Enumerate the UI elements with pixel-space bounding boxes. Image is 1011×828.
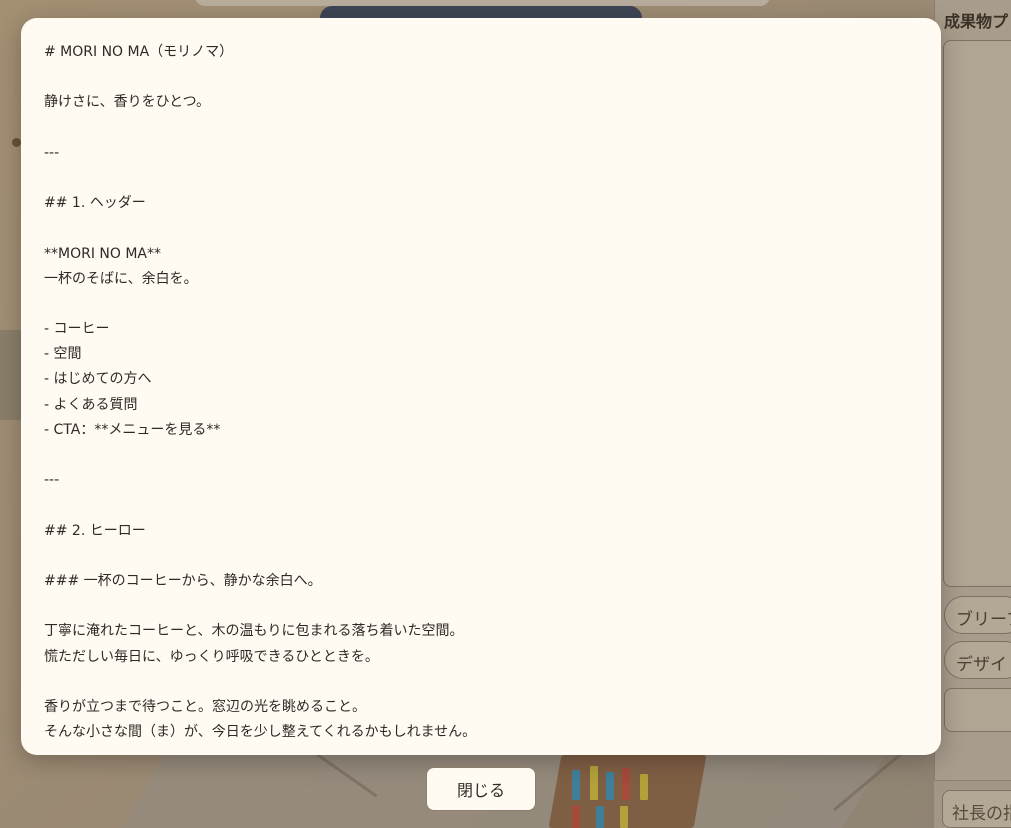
- markdown-line: 香りが立つまで待つこと。窓辺の光を眺めること。: [44, 698, 366, 715]
- markdown-line: - 空間: [44, 346, 82, 363]
- deliverables-preview-box: [943, 40, 1011, 587]
- document-preview-modal: # MORI NO MA（モリノマ） 静けさに、香りをひとつ。 --- ## 1. ヘ…: [21, 18, 941, 755]
- markdown-line: [44, 166, 918, 191]
- brief-button[interactable]: ブリーフ: [944, 596, 1011, 634]
- deliverables-panel-title: 成果物プ: [944, 12, 1009, 31]
- markdown-line: そんな小さな間（ま）が、今日を少し整えてくれるかもしれません。: [44, 724, 477, 741]
- markdown-line: 慌ただしい毎日に、ゆっくり呼吸できるひとときを。: [44, 648, 379, 665]
- close-button[interactable]: 閉じる: [426, 767, 536, 811]
- markdown-line: [44, 544, 918, 569]
- markdown-line: [44, 443, 918, 468]
- markdown-line: [44, 216, 918, 241]
- markdown-line: ## 1. ヘッダー: [44, 195, 146, 212]
- markdown-line: ---: [44, 144, 60, 161]
- book: [640, 774, 648, 800]
- markdown-line: [44, 670, 918, 695]
- background-furniture: [0, 330, 22, 420]
- markdown-line: 静けさに、香りをひとつ。: [44, 94, 211, 111]
- markdown-line: [44, 292, 918, 317]
- markdown-line: - はじめての方へ: [44, 371, 152, 388]
- markdown-line: [44, 65, 918, 90]
- markdown-line: # MORI NO MA（モリノマ）: [44, 44, 234, 60]
- book: [572, 770, 580, 800]
- markdown-line: **MORI NO MA**: [44, 245, 162, 262]
- background-decoration: [12, 138, 21, 147]
- markdown-line: ## 2. ヒーロー: [44, 522, 146, 539]
- markdown-line: - コーヒー: [44, 321, 110, 338]
- chat-input[interactable]: 社長の指: [942, 790, 1011, 828]
- book: [620, 806, 628, 828]
- markdown-line: [44, 594, 918, 619]
- book: [572, 806, 580, 828]
- markdown-line: 一杯のそばに、余白を。: [44, 270, 198, 287]
- markdown-line: [44, 116, 918, 141]
- book: [596, 806, 604, 828]
- book: [590, 766, 598, 800]
- markdown-line: - よくある質問: [44, 396, 138, 413]
- markdown-line: 丁寧に淹れたコーヒーと、木の温もりに包まれる落ち着いた空間。: [44, 623, 464, 640]
- markdown-line: ---: [44, 472, 60, 489]
- book: [606, 772, 614, 800]
- design-button[interactable]: デザイ: [944, 641, 1011, 679]
- markdown-line: - CTA：**メニューを見る**: [44, 421, 221, 438]
- side-text-area[interactable]: [944, 688, 1011, 732]
- markdown-content: # MORI NO MA（モリノマ） 静けさに、香りをひとつ。 --- ## 1. ヘ…: [44, 40, 918, 755]
- book: [622, 768, 630, 800]
- markdown-line: ### 一杯のコーヒーから、静かな余白へ。: [44, 572, 322, 589]
- markdown-line: [44, 493, 918, 518]
